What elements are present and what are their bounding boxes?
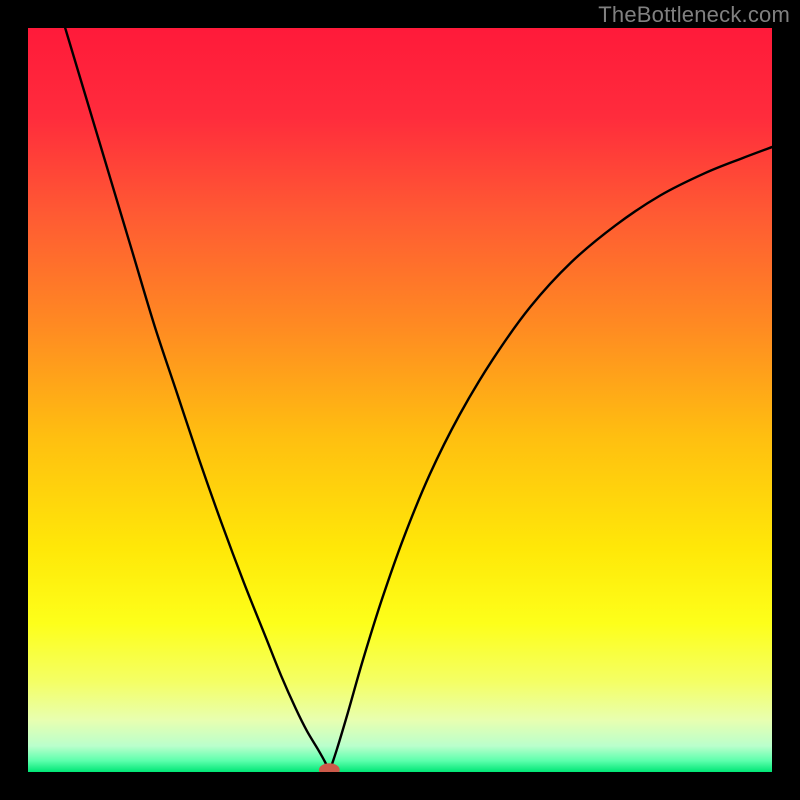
plot-area bbox=[28, 28, 772, 772]
watermark-label: TheBottleneck.com bbox=[598, 2, 790, 28]
gradient-background bbox=[28, 28, 772, 772]
chart-container: TheBottleneck.com bbox=[0, 0, 800, 800]
bottleneck-curve-chart bbox=[28, 28, 772, 772]
